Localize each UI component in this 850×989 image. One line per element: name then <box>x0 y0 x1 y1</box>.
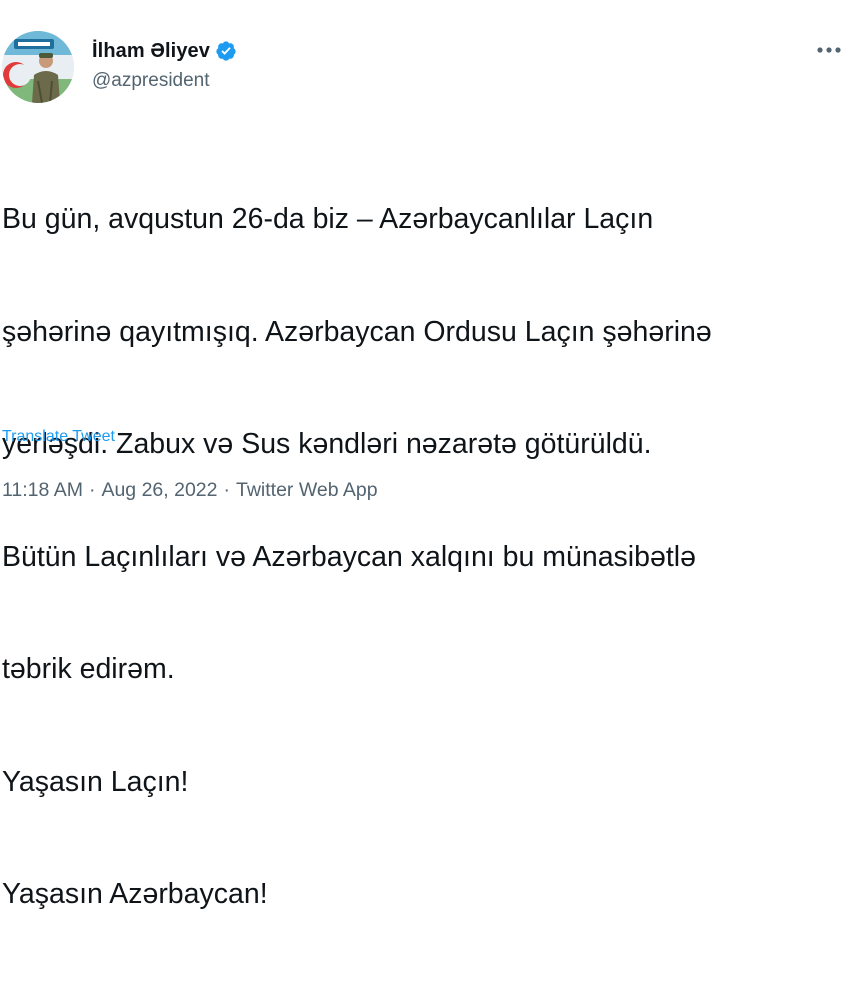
meta-separator: · <box>223 479 230 501</box>
author-info: İlham Əliyev @azpresident <box>92 38 237 92</box>
translate-tweet-link[interactable]: Translate Tweet <box>2 428 115 446</box>
tweet-text: Bu gün, avqustun 26-da biz – Azərbaycanl… <box>2 126 847 989</box>
handle[interactable]: @azpresident <box>92 70 237 92</box>
tweet-text-line: Yaşasın Laçın! <box>2 765 189 798</box>
avatar[interactable] <box>2 31 74 103</box>
tweet-text-line: təbrik edirəm. <box>2 653 175 685</box>
tweet-text-line: şəhərinə qayıtmışıq. Azərbaycan Ordusu L… <box>2 315 712 348</box>
name-row: İlham Əliyev <box>92 38 237 64</box>
tweet-text-line: Bütün Laçınlıları və Azərbaycan xalqını … <box>2 540 696 573</box>
verified-badge-icon <box>215 40 237 62</box>
tweet-source[interactable]: Twitter Web App <box>236 479 378 502</box>
tweet-text-line: Bu gün, avqustun 26-da biz – Azərbaycanl… <box>2 203 654 235</box>
display-name[interactable]: İlham Əliyev <box>92 40 210 63</box>
tweet-metadata: 11:18 AM · Aug 26, 2022 · Twitter Web Ap… <box>2 479 378 502</box>
tweet-time[interactable]: 11:18 AM <box>2 479 83 502</box>
tweet-text-line: yerləşdi. Zabux və Sus kəndləri nəzarətə… <box>2 428 652 460</box>
tweet-date[interactable]: Aug 26, 2022 <box>101 479 217 502</box>
more-options-icon[interactable] <box>814 40 844 60</box>
tweet-text-line: Yaşasın Azərbaycan! <box>2 878 268 910</box>
tweet: İlham Əliyev @azpresident Bu gün, avqust… <box>0 0 850 910</box>
avatar-image <box>2 31 74 103</box>
meta-separator: · <box>88 479 96 501</box>
